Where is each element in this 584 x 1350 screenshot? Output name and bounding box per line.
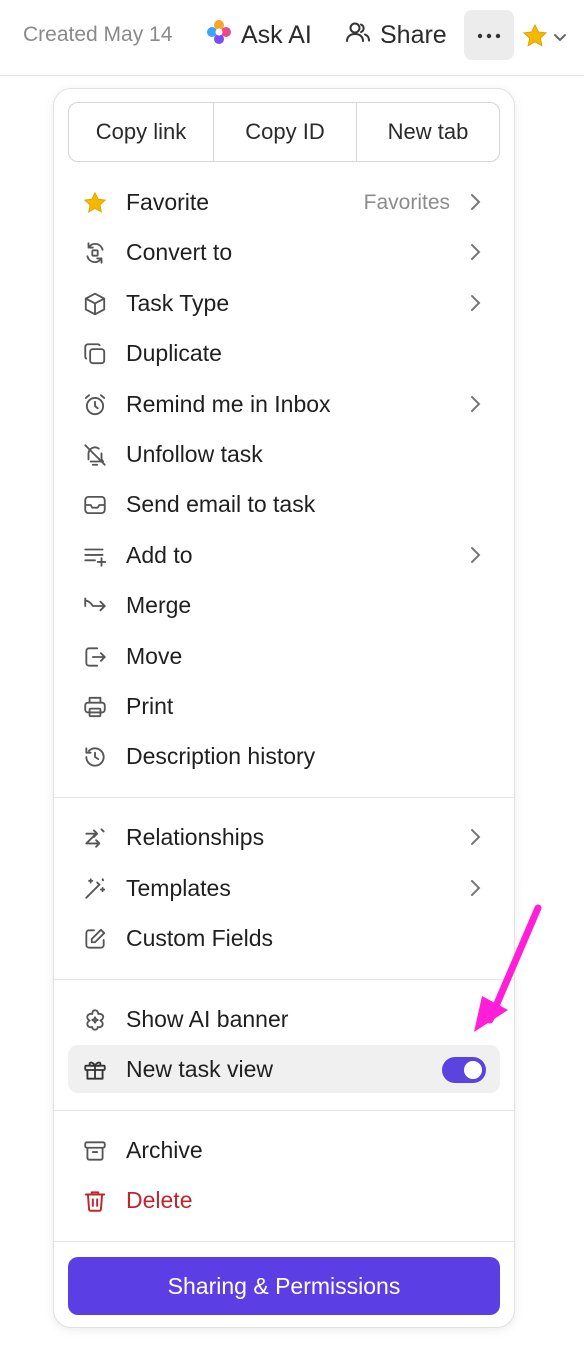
gift-icon <box>82 1057 108 1083</box>
menu-item-archive[interactable]: Archive <box>68 1126 500 1174</box>
alarm-icon <box>82 392 108 418</box>
menu-item-label: Remind me in Inbox <box>126 391 331 417</box>
bell-off-icon <box>82 442 108 468</box>
menu-item-print[interactable]: Print <box>68 682 500 730</box>
created-date: Created May 14 <box>23 23 173 46</box>
menu-item-add-to[interactable]: Add to <box>68 531 500 579</box>
chevron-right-icon <box>471 829 481 845</box>
share-label: Share <box>380 20 447 49</box>
menu-divider <box>54 1241 514 1242</box>
chevron-right-icon <box>471 194 481 210</box>
star-icon <box>521 22 549 55</box>
ellipsis-icon <box>477 26 501 44</box>
chevron-right-icon <box>471 880 481 896</box>
menu-item-templates[interactable]: Templates <box>68 864 500 912</box>
menu-item-label: Unfollow task <box>126 441 263 467</box>
task-options-menu: Copy link Copy ID New tab Favorite Favor… <box>53 88 515 1328</box>
star-icon <box>82 190 108 216</box>
favorite-star-toggle[interactable] <box>521 22 567 55</box>
menu-item-label: Delete <box>126 1187 193 1213</box>
task-header-bar: Created May 14 Ask AI Share <box>0 0 584 76</box>
menu-item-description-history[interactable]: Description history <box>68 732 500 780</box>
move-icon <box>82 644 108 670</box>
menu-item-label: Add to <box>126 542 193 568</box>
users-icon <box>344 18 372 53</box>
ask-ai-button[interactable]: Ask AI <box>205 18 312 52</box>
printer-icon <box>82 694 108 720</box>
menu-item-merge[interactable]: Merge <box>68 581 500 629</box>
trash-icon <box>82 1188 108 1214</box>
chevron-right-icon <box>471 396 481 412</box>
copy-id-button[interactable]: Copy ID <box>213 103 356 161</box>
menu-item-relationships[interactable]: Relationships <box>68 813 500 861</box>
menu-divider <box>54 979 514 980</box>
ai-flower-icon <box>205 18 233 53</box>
new-tab-button[interactable]: New tab <box>356 103 499 161</box>
edit-box-icon <box>82 926 108 952</box>
menu-item-send-email[interactable]: Send email to task <box>68 480 500 528</box>
mail-icon <box>82 492 108 518</box>
menu-item-delete[interactable]: Delete <box>68 1176 500 1224</box>
menu-item-label: Templates <box>126 875 231 901</box>
duplicate-icon <box>82 341 108 367</box>
menu-item-new-task-view[interactable]: New task view <box>68 1045 500 1093</box>
menu-item-label: Description history <box>126 743 316 769</box>
menu-item-label: Move <box>126 643 183 669</box>
ai-flower-icon <box>82 1007 108 1033</box>
menu-item-convert-to[interactable]: Convert to <box>68 228 500 276</box>
menu-item-label: Convert to <box>126 239 233 265</box>
menu-item-label: Send email to task <box>126 491 316 517</box>
menu-item-hint: Favorites <box>363 191 450 214</box>
menu-item-label: New task view <box>126 1056 273 1082</box>
merge-icon <box>82 593 108 619</box>
cube-icon <box>82 291 108 317</box>
menu-item-label: Duplicate <box>126 340 222 366</box>
share-button[interactable]: Share <box>344 18 447 52</box>
menu-divider <box>54 1110 514 1111</box>
menu-item-label: Custom Fields <box>126 925 273 951</box>
chevron-right-icon <box>471 295 481 311</box>
archive-icon <box>82 1138 108 1164</box>
menu-item-label: Relationships <box>126 824 265 850</box>
menu-item-move[interactable]: Move <box>68 632 500 680</box>
quick-actions-group: Copy link Copy ID New tab <box>68 102 500 162</box>
magic-wand-icon <box>82 876 108 902</box>
menu-item-task-type[interactable]: Task Type <box>68 279 500 327</box>
menu-item-favorite[interactable]: Favorite Favorites <box>68 178 500 226</box>
menu-item-show-ai-banner[interactable]: Show AI banner <box>68 995 500 1043</box>
sharing-permissions-button[interactable]: Sharing & Permissions <box>68 1257 500 1315</box>
menu-item-label: Show AI banner <box>126 1006 289 1032</box>
relationships-icon <box>82 825 108 851</box>
list-add-icon <box>82 543 108 569</box>
convert-icon <box>82 240 108 266</box>
history-icon <box>82 744 108 770</box>
menu-item-unfollow-task[interactable]: Unfollow task <box>68 430 500 478</box>
menu-item-label: Archive <box>126 1137 203 1163</box>
menu-item-label: Merge <box>126 592 192 618</box>
toggle-knob <box>464 1061 482 1079</box>
menu-item-label: Task Type <box>126 290 230 316</box>
more-options-button[interactable] <box>464 10 514 60</box>
copy-link-button[interactable]: Copy link <box>69 103 213 161</box>
menu-item-remind-me[interactable]: Remind me in Inbox <box>68 380 500 428</box>
menu-item-custom-fields[interactable]: Custom Fields <box>68 914 500 962</box>
menu-item-duplicate[interactable]: Duplicate <box>68 329 500 377</box>
menu-item-label: Print <box>126 693 174 719</box>
new-task-view-toggle[interactable] <box>442 1057 486 1083</box>
chevron-down-icon <box>553 30 567 48</box>
menu-item-label: Favorite <box>126 189 210 215</box>
ask-ai-label: Ask AI <box>241 20 312 49</box>
chevron-right-icon <box>471 244 481 260</box>
chevron-right-icon <box>471 547 481 563</box>
menu-divider <box>54 797 514 798</box>
